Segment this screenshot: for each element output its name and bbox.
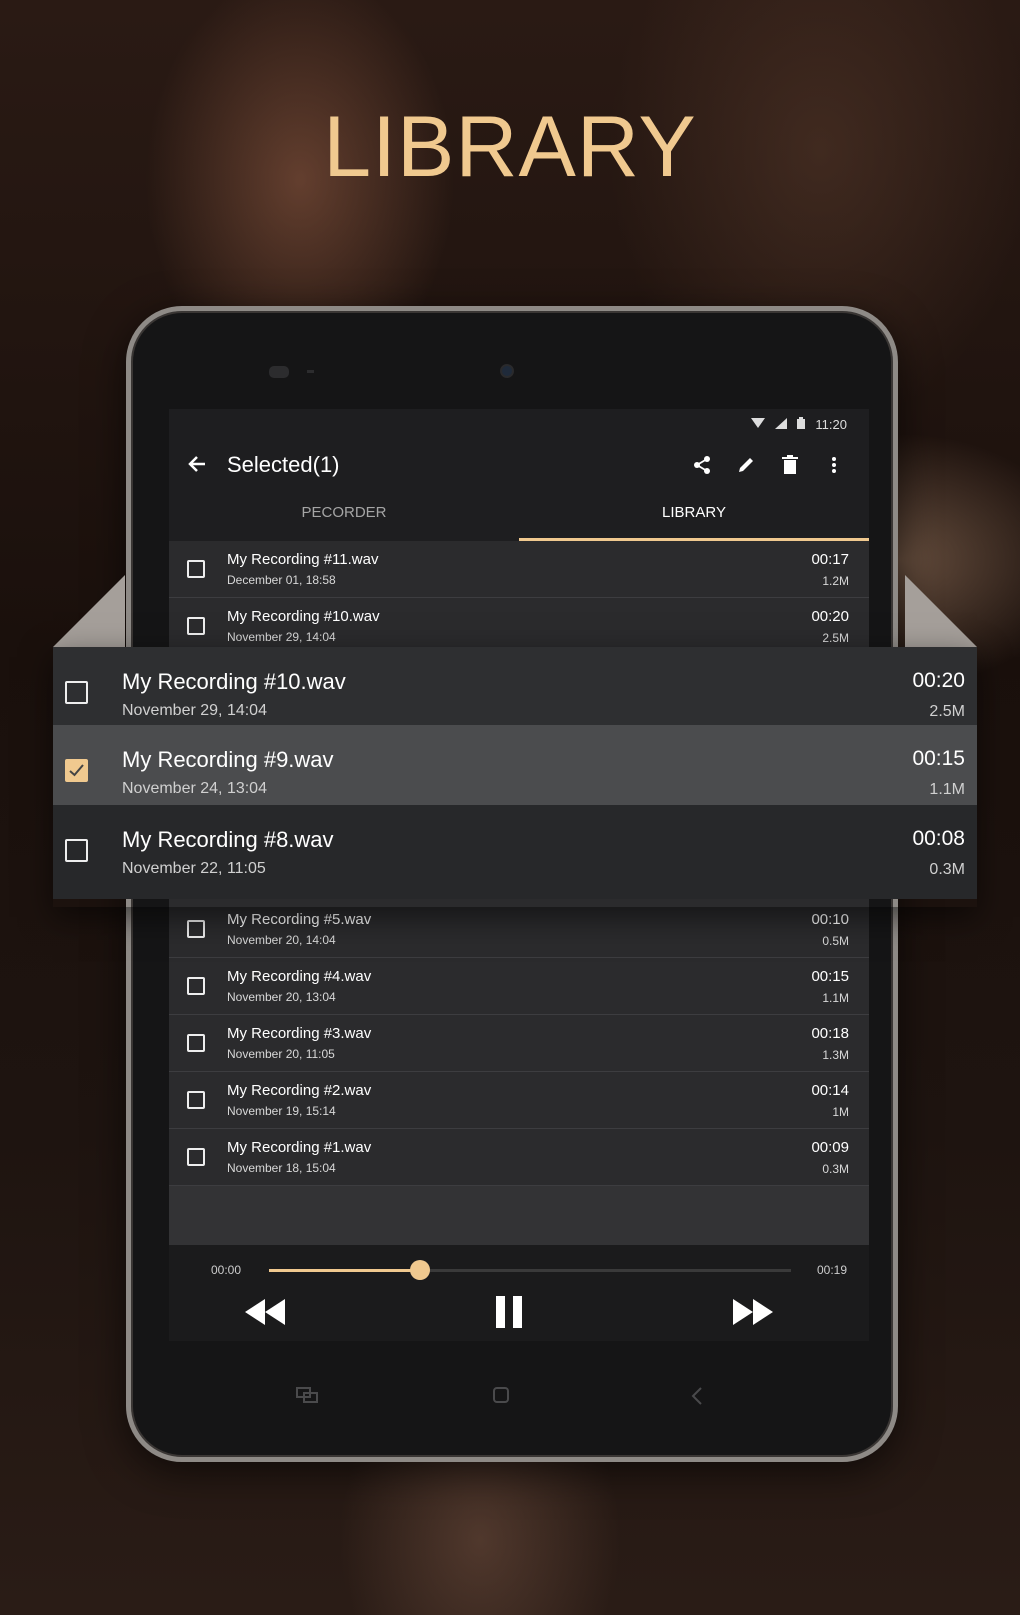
recording-name: My Recording #1.wav: [227, 1139, 372, 1156]
recording-date: November 24, 13:04: [122, 780, 267, 797]
recording-size: 0.3M: [822, 1162, 849, 1176]
recording-date: November 18, 15:04: [227, 1161, 336, 1175]
seek-bar[interactable]: [269, 1260, 791, 1280]
row-checkbox[interactable]: [187, 977, 205, 995]
promo-title: LIBRARY: [323, 99, 697, 195]
pencil-icon[interactable]: [731, 451, 761, 479]
recording-name: My Recording #2.wav: [227, 1082, 372, 1099]
row-checkbox[interactable]: [187, 920, 205, 938]
audio-player: 00:00 00:19: [169, 1245, 869, 1341]
recording-duration: 00:15: [811, 968, 849, 985]
battery-icon: [797, 417, 806, 432]
recording-date: November 22, 11:05: [122, 860, 266, 877]
recording-duration: 00:18: [811, 1025, 849, 1042]
row-checkbox[interactable]: [187, 617, 205, 635]
list-item[interactable]: My Recording #1.wav November 18, 15:04 0…: [169, 1129, 869, 1186]
recording-date: November 20, 14:04: [227, 933, 336, 947]
recording-date: November 29, 14:04: [122, 702, 267, 719]
status-bar: 11:20: [169, 409, 869, 439]
recording-date: November 19, 15:14: [227, 1104, 336, 1118]
recording-size: 1.2M: [822, 574, 849, 588]
nav-back-icon[interactable]: [691, 1387, 703, 1410]
recording-size: 1M: [832, 1105, 849, 1119]
recording-name: My Recording #8.wav: [122, 827, 334, 852]
recording-date: December 01, 18:58: [227, 573, 336, 587]
checked-checkbox-icon[interactable]: [65, 759, 88, 782]
recording-duration: 00:09: [811, 1139, 849, 1156]
recording-size: 1.1M: [822, 991, 849, 1005]
seek-progress: [269, 1269, 421, 1272]
recording-duration: 00:20: [811, 608, 849, 625]
recording-name: My Recording #10.wav: [227, 608, 380, 625]
row-checkbox[interactable]: [65, 681, 88, 704]
recording-duration: 00:08: [912, 827, 965, 850]
recording-name: My Recording #5.wav: [227, 911, 372, 928]
rewind-icon[interactable]: [245, 1295, 285, 1329]
current-time: 00:00: [211, 1263, 242, 1277]
recording-duration: 00:14: [811, 1082, 849, 1099]
recording-size: 0.3M: [929, 861, 965, 878]
signal-icon: [775, 417, 788, 432]
recording-duration: 00:10: [811, 911, 849, 928]
list-item-selected[interactable]: My Recording #9.wav November 24, 13:04 0…: [53, 725, 977, 805]
recording-duration: 00:20: [912, 669, 965, 692]
total-time: 00:19: [816, 1263, 847, 1277]
recording-size: 1.3M: [822, 1048, 849, 1062]
recording-name: My Recording #4.wav: [227, 968, 372, 985]
list-empty-area: [169, 1186, 869, 1252]
row-checkbox[interactable]: [187, 1091, 205, 1109]
row-checkbox[interactable]: [187, 560, 205, 578]
recording-size: 2.5M: [822, 631, 849, 645]
tab-recorder[interactable]: PECORDER: [169, 491, 519, 541]
overlay-fold-right: [905, 575, 977, 647]
tab-library[interactable]: LIBRARY: [519, 491, 869, 541]
share-icon[interactable]: [687, 451, 717, 479]
seek-handle[interactable]: [410, 1260, 431, 1280]
list-item[interactable]: My Recording #4.wav November 20, 13:04 0…: [169, 958, 869, 1015]
zoomed-selection-overlay: My Recording #10.wav November 29, 14:04 …: [53, 647, 977, 907]
home-icon[interactable]: [493, 1387, 509, 1408]
list-item[interactable]: My Recording #2.wav November 19, 15:14 0…: [169, 1072, 869, 1129]
fast-forward-icon[interactable]: [733, 1295, 773, 1329]
back-arrow-icon[interactable]: [183, 449, 213, 479]
list-item[interactable]: My Recording #5.wav November 20, 14:04 0…: [169, 901, 869, 958]
recording-date: November 20, 11:05: [227, 1047, 335, 1061]
pause-icon[interactable]: [495, 1295, 523, 1329]
recording-name: My Recording #3.wav: [227, 1025, 372, 1042]
list-item[interactable]: My Recording #3.wav November 20, 11:05 0…: [169, 1015, 869, 1072]
speaker-grille: [269, 366, 289, 378]
overlay-fold-left: [53, 575, 125, 647]
page-title: Selected(1): [227, 452, 340, 477]
wifi-icon: [751, 417, 766, 432]
recording-name: My Recording #11.wav: [227, 551, 379, 568]
app-toolbar: Selected(1): [169, 439, 869, 491]
recording-duration: 00:17: [811, 551, 849, 568]
front-camera: [500, 364, 514, 378]
list-item[interactable]: My Recording #8.wav November 22, 11:05 0…: [53, 805, 977, 899]
recording-date: November 29, 14:04: [227, 630, 336, 644]
recording-name: My Recording #9.wav: [122, 747, 334, 772]
recording-list-bottom: My Recording #5.wav November 20, 14:04 0…: [169, 901, 869, 1186]
row-checkbox[interactable]: [187, 1034, 205, 1052]
recording-size: 2.5M: [929, 703, 965, 720]
tab-bar: PECORDER LIBRARY: [169, 491, 869, 541]
system-nav-bar: [131, 1337, 893, 1457]
recording-size: 0.5M: [822, 934, 849, 948]
status-time: 11:20: [815, 417, 847, 432]
recording-name: My Recording #10.wav: [122, 669, 346, 694]
recording-duration: 00:15: [912, 747, 965, 770]
row-checkbox[interactable]: [65, 839, 88, 862]
row-checkbox[interactable]: [187, 1148, 205, 1166]
trash-icon[interactable]: [775, 451, 805, 479]
light-sensor: [307, 370, 314, 373]
recording-list-top: My Recording #11.wav December 01, 18:58 …: [169, 541, 869, 655]
list-item[interactable]: My Recording #10.wav November 29, 14:04 …: [53, 647, 977, 725]
recents-icon[interactable]: [296, 1387, 318, 1408]
recording-date: November 20, 13:04: [227, 990, 336, 1004]
list-item[interactable]: My Recording #11.wav December 01, 18:58 …: [169, 541, 869, 598]
more-vert-icon[interactable]: [819, 451, 849, 479]
recording-size: 1.1M: [929, 781, 965, 798]
